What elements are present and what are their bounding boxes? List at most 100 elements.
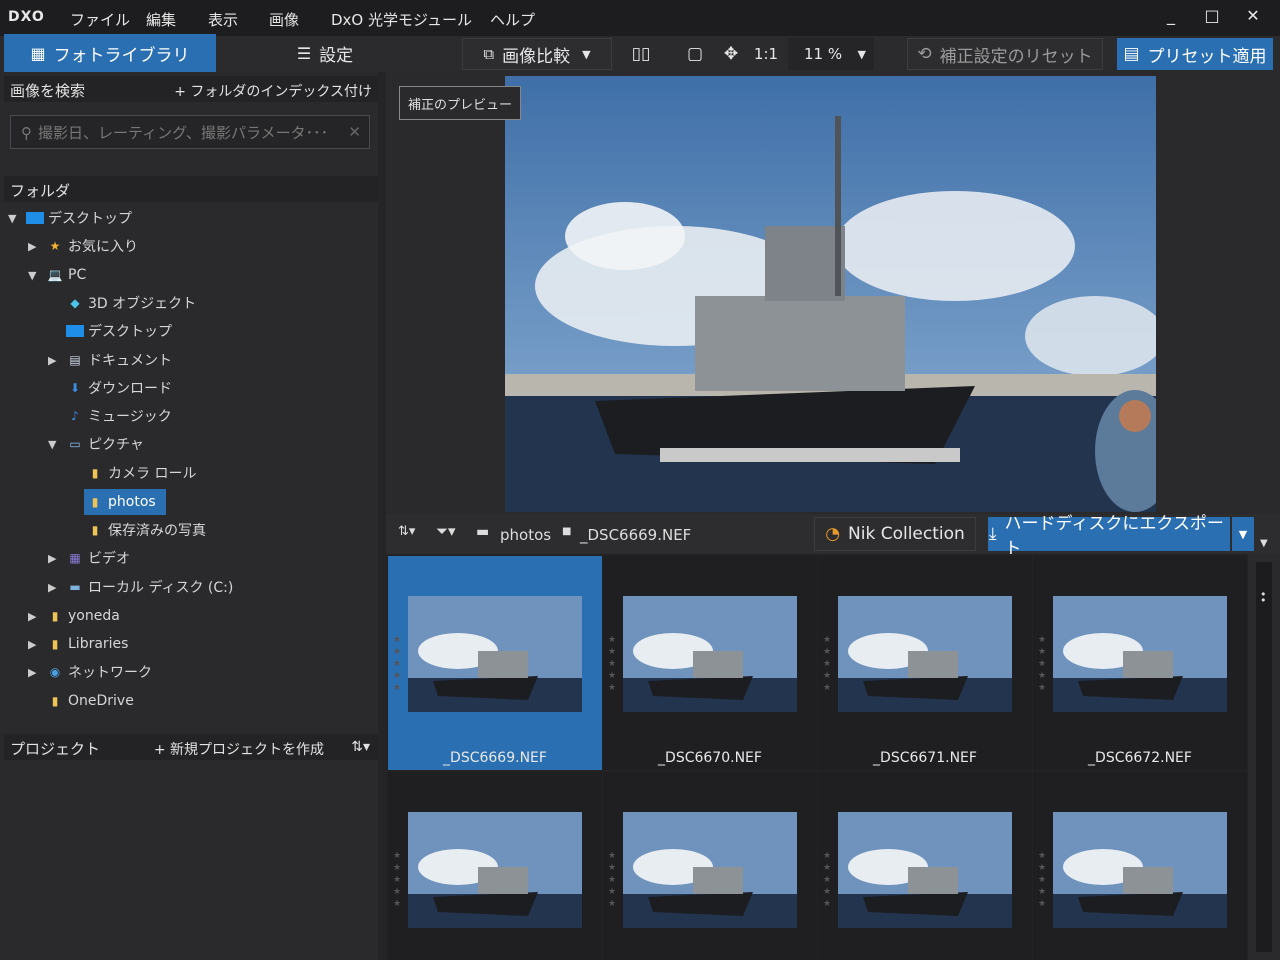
chevron-right-icon[interactable]: ▶ [28,240,42,253]
grid-scrollbar[interactable]: • • [1248,554,1280,960]
network-icon: ◉ [49,665,61,679]
rating-stars[interactable]: ★ ★ ★ ★ ★ [608,634,618,694]
tree-item-network[interactable]: ▶ ◉ ネットワーク [28,659,152,685]
chevron-down-icon[interactable]: ▼ [28,269,42,282]
tree-label: カメラ ロール [108,466,197,482]
thumbnail-cell[interactable]: ★ ★ ★ ★ ★ _DSC6672.NEF [1033,556,1247,770]
tree-label: ミュージック [88,409,172,425]
tab-settings[interactable]: ☰ 設定 [216,34,434,72]
tree-item-favorites[interactable]: ▶ ★ お気に入り [28,233,138,259]
tree-item-videos[interactable]: ▶ ▦ ビデオ [48,545,130,571]
rating-stars[interactable]: ★ ★ ★ ★ ★ [823,634,833,694]
zoom-select[interactable]: 11 % ▼ [788,38,874,70]
user-folder-icon: ▮ [51,609,59,623]
nik-icon: ◔ [825,524,841,544]
tree-item-local-disk[interactable]: ▶ ▬ ローカル ディスク (C:) [48,574,233,600]
thumbnail-cell[interactable]: ★ ★ ★ ★ ★ [388,772,602,960]
chevron-down-icon: ▼ [1238,527,1248,541]
scrollbar-track[interactable] [1256,562,1272,952]
document-icon: ▤ [69,353,81,367]
chevron-down-icon[interactable]: ▼ [8,212,22,225]
breadcrumb-folder[interactable]: photos [500,526,551,544]
index-folder-link[interactable]: + フォルダのインデックス付け [174,81,372,101]
tree-item-onedrive[interactable]: ▮ OneDrive [28,688,134,714]
rating-stars[interactable]: ★ ★ ★ ★ ★ [393,634,403,694]
rating-stars[interactable]: ★ ★ ★ ★ ★ [823,850,833,910]
tree-item-3d-objects[interactable]: ◆ 3D オブジェクト [48,290,196,316]
thumbnail-cell[interactable]: ★ ★ ★ ★ ★ _DSC6669.NEF [388,556,602,770]
rating-stars[interactable]: ★ ★ ★ ★ ★ [393,850,403,910]
menu-view[interactable]: 表示 [208,9,238,30]
chevron-right-icon[interactable]: ▶ [48,354,62,367]
thumbnail-cell[interactable]: ★ ★ ★ ★ ★ _DSC6671.NEF [818,556,1032,770]
tree-item-photos[interactable]: ▮ photos [68,489,156,515]
tree-label: デスクトップ [48,211,132,227]
thumbnail-filename: _DSC6672.NEF [1088,750,1192,766]
menu-optics-modules[interactable]: DxO 光学モジュール [331,9,472,30]
one-to-one-button[interactable]: 1:1 [748,38,784,70]
tree-item-libraries[interactable]: ▶ ▮ Libraries [28,631,128,657]
sort-icon[interactable]: ⇅▾ [351,739,370,755]
thumbnail-cell[interactable]: ★ ★ ★ ★ ★ _DSC6670.NEF [603,556,817,770]
chevron-down-icon[interactable]: ▼ [48,438,62,451]
split-view-button[interactable]: ▯▯ [624,38,658,70]
tree-label: ローカル ディスク (C:) [88,580,234,596]
thumbnail-cell[interactable]: ★ ★ ★ ★ ★ [1033,772,1247,960]
tree-label: 3D オブジェクト [88,296,197,312]
maximize-button[interactable]: □ [1197,6,1227,30]
collapse-icon[interactable]: ▼ [1260,538,1268,549]
close-button[interactable]: ✕ [1238,6,1268,30]
thumbnail-cell[interactable]: ★ ★ ★ ★ ★ [818,772,1032,960]
tab-settings-label: 設定 [319,45,354,66]
tree-item-pictures[interactable]: ▼ ▭ ピクチャ [48,431,144,457]
chevron-right-icon[interactable]: ▶ [28,666,42,679]
tab-photo-library[interactable]: ▦ フォトライブラリ [4,34,216,72]
chevron-down-icon[interactable]: ▼ [582,48,590,61]
reset-settings-button[interactable]: ⟲ 補正設定のリセット [907,38,1103,70]
new-project-link[interactable]: + 新規プロジェクトを作成 [154,739,324,759]
rating-stars[interactable]: ★ ★ ★ ★ ★ [1038,850,1048,910]
sort-icon[interactable]: ⇅▾ [398,524,415,539]
chevron-right-icon[interactable]: ▶ [48,552,62,565]
fit-button[interactable]: ▢ [680,38,710,70]
tree-item-desktop-2[interactable]: デスクトップ [48,318,172,344]
panel-splitter[interactable] [378,72,386,960]
menu-help[interactable]: ヘルプ [490,9,535,30]
menu-image[interactable]: 画像 [269,9,299,30]
menu-file[interactable]: ファイル [70,9,130,30]
rating-stars[interactable]: ★ ★ ★ ★ ★ [608,850,618,910]
tree-item-yoneda[interactable]: ▶ ▮ yoneda [28,603,120,629]
sliders-icon: ☰ [296,43,312,63]
export-to-disk-button[interactable]: ⤓ ハードディスクにエクスポート [988,514,1230,559]
nik-collection-button[interactable]: ◔ Nik Collection [814,517,976,551]
compare-button[interactable]: ⧉ 画像比較 ▼ [462,38,612,70]
chevron-right-icon[interactable]: ▶ [28,638,42,651]
export-dropdown-button[interactable]: ▼ [1232,517,1254,551]
thumbnail-image [838,596,1012,712]
export-label: ハードディスクにエクスポート [1004,514,1224,559]
move-tool-button[interactable]: ✥ [716,38,746,70]
apply-preset-button[interactable]: ▤ プリセット適用 [1117,38,1273,70]
chevron-right-icon[interactable]: ▶ [28,610,42,623]
search-input[interactable]: ⚲ 撮影日、レーティング、撮影パラメータ･･･ ✕ [10,115,370,149]
tree-item-saved-pictures[interactable]: ▮ 保存済みの写真 [68,517,206,543]
tree-item-downloads[interactable]: ⬇ ダウンロード [48,375,172,401]
tree-item-documents[interactable]: ▶ ▤ ドキュメント [48,347,172,373]
tree-item-music[interactable]: ♪ ミュージック [48,403,172,429]
tree-item-desktop[interactable]: ▼ デスクトップ [8,205,132,231]
more-options-icon[interactable]: • • [1260,589,1268,606]
tree-item-pc[interactable]: ▼ 💻 PC [28,262,86,288]
tree-label: photos [108,494,156,510]
star-icon: ★ [49,239,61,253]
minimize-button[interactable]: _ [1156,6,1186,30]
thumbnail-cell[interactable]: ★ ★ ★ ★ ★ [603,772,817,960]
thumbnail-filename: _DSC6669.NEF [443,750,547,766]
filter-icon[interactable]: ⏷▾ [436,522,456,540]
chevron-right-icon[interactable]: ▶ [48,581,62,594]
preview-corrections-badge[interactable]: 補正のプレビュー [399,86,521,120]
menu-edit[interactable]: 編集 [146,9,176,30]
tree-item-camera-roll[interactable]: ▮ カメラ ロール [68,460,197,486]
rating-stars[interactable]: ★ ★ ★ ★ ★ [1038,634,1048,694]
clear-icon[interactable]: ✕ [348,123,361,141]
preset-icon: ▤ [1123,44,1140,64]
